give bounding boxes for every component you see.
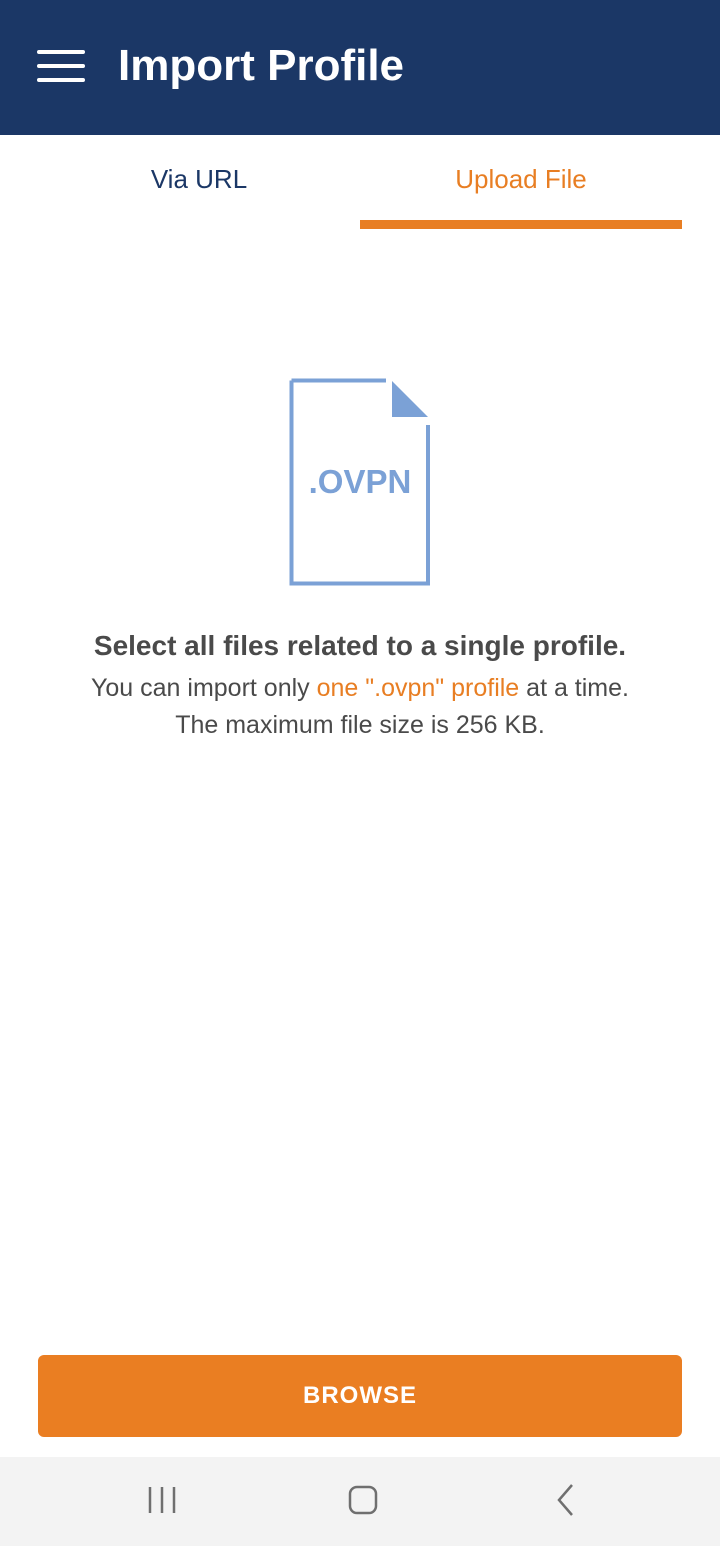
- instruction-line-prefix: You can import only: [91, 674, 317, 702]
- file-size-limit-text: The maximum file size is 256 KB.: [175, 711, 545, 739]
- hamburger-menu-icon[interactable]: [37, 50, 85, 82]
- tab-bar: Via URL Upload File: [0, 135, 720, 230]
- instruction-line-suffix: at a time.: [519, 674, 629, 702]
- back-icon[interactable]: [543, 1479, 587, 1523]
- recent-apps-icon[interactable]: [140, 1479, 184, 1523]
- selected-tab-indicator: [360, 220, 682, 229]
- highlighted-profile-limit: one ".ovpn" profile: [316, 674, 520, 702]
- instruction-heading: Select all files related to a single pro…: [93, 630, 627, 661]
- app-bar: Import Profile: [0, 0, 720, 135]
- instruction-line: You can import only one ".ovpn" profile …: [0, 671, 720, 705]
- system-navigation-bar: [0, 1457, 720, 1546]
- browse-button[interactable]: BROWSE: [38, 1355, 682, 1437]
- tab-via-url[interactable]: Via URL: [38, 135, 360, 230]
- tab-upload-file[interactable]: Upload File: [360, 135, 682, 230]
- file-extension-label: .OVPN: [308, 463, 412, 500]
- page-title: Import Profile: [118, 41, 405, 90]
- home-icon[interactable]: [341, 1479, 385, 1523]
